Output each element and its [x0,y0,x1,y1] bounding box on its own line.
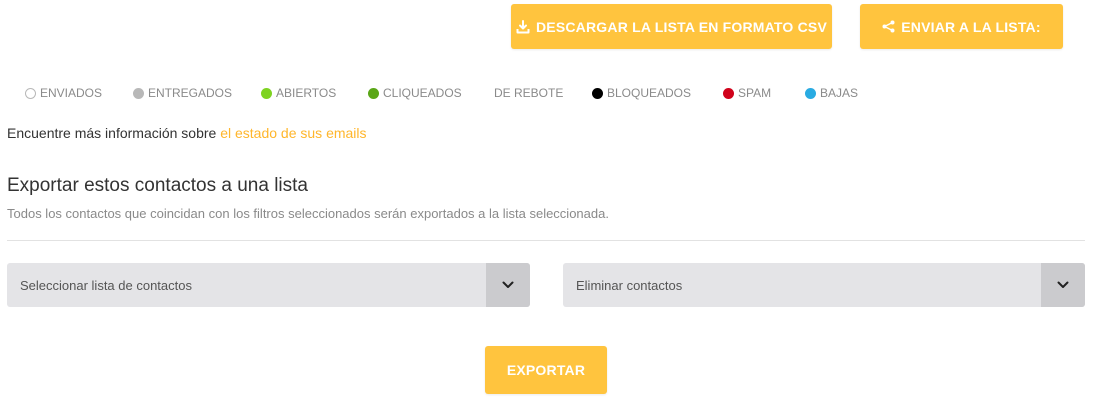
status-dot-icon [368,87,379,99]
legend-item-enviados[interactable]: ENVIADOS [25,86,102,100]
legend-label: BAJAS [820,86,859,100]
send-to-list-label: ENVIAR A LA LISTA: [901,18,1041,35]
chevron-down-icon[interactable] [486,263,530,307]
status-dot-icon [133,87,144,99]
legend-label: ABIERTOS [276,86,337,100]
export-section-title: Exportar estos contactos a una lista [7,175,308,196]
export-button-label: EXPORTAR [506,362,586,378]
email-status-link[interactable]: el estado de sus emails [220,125,366,141]
chevron-down-icon[interactable] [1041,263,1085,307]
legend-label: CLIQUEADOS [383,86,462,100]
download-csv-button[interactable]: DESCARGAR LA LISTA EN FORMATO CSV [511,4,832,49]
legend-item-spam[interactable]: SPAM [723,86,771,100]
section-divider [7,240,1085,241]
contact-action-select[interactable]: Eliminar contactos [563,263,1085,307]
share-icon [882,20,895,33]
legend-label: BLOQUEADOS [607,86,692,100]
export-section-description: Todos los contactos que coincidan con lo… [7,206,609,221]
legend-item-bajas[interactable]: BAJAS [805,86,858,100]
contact-action-select-value: Eliminar contactos [576,278,683,293]
status-dot-icon [592,87,603,99]
email-status-info: Encuentre más información sobre el estad… [7,125,367,141]
legend-label: DE REBOTE [494,86,564,100]
contact-list-select[interactable]: Seleccionar lista de contactos [7,263,530,307]
legend-item-de-rebote[interactable]: DE REBOTE [494,86,563,100]
legend-item-bloqueados[interactable]: BLOQUEADOS [592,86,691,100]
status-dot-icon [261,87,272,99]
status-dot-icon [723,87,734,99]
status-dot-icon [805,87,816,99]
legend-label: ENTREGADOS [148,86,233,100]
legend-item-entregados[interactable]: ENTREGADOS [133,86,232,100]
status-dot-icon [25,87,36,99]
info-text: Encuentre más información sobre [7,125,221,141]
download-csv-label: DESCARGAR LA LISTA EN FORMATO CSV [535,18,827,35]
legend-label: SPAM [738,86,772,100]
legend-item-abiertos[interactable]: ABIERTOS [261,86,336,100]
send-to-list-button[interactable]: ENVIAR A LA LISTA: [860,4,1063,49]
download-icon [516,19,530,33]
legend-label: ENVIADOS [40,86,103,100]
status-legend: ENVIADOS ENTREGADOS ABIERTOS CLIQUEADOS … [25,86,1085,100]
export-button[interactable]: EXPORTAR [485,346,607,394]
legend-item-cliqueados[interactable]: CLIQUEADOS [368,86,462,100]
contact-list-select-value: Seleccionar lista de contactos [20,278,192,293]
